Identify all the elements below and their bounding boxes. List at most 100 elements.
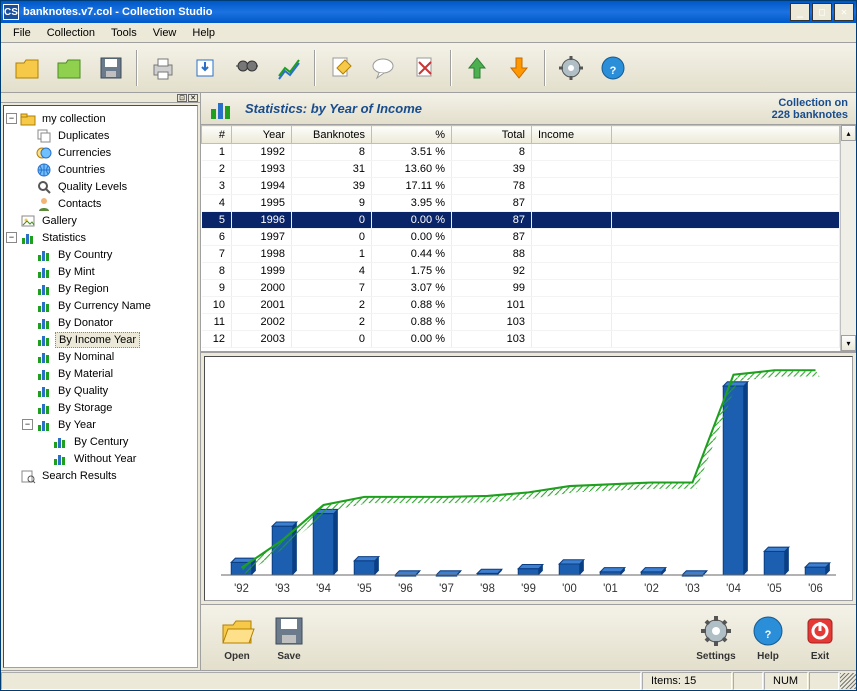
tool-save[interactable] xyxy=(91,48,131,88)
stats-icon xyxy=(209,97,233,121)
tree-by-mint[interactable]: By Mint xyxy=(6,263,195,280)
tree-by-region[interactable]: By Region xyxy=(6,280,195,297)
settings-button[interactable]: Settings xyxy=(690,613,742,662)
menu-tools[interactable]: Tools xyxy=(103,25,145,41)
save-button[interactable]: Save xyxy=(263,613,315,662)
tree-duplicates[interactable]: Duplicates xyxy=(6,127,195,144)
expander-icon[interactable]: − xyxy=(6,113,17,124)
panel-close-icon[interactable]: ✕ xyxy=(188,94,198,102)
tree-by-donator[interactable]: By Donator xyxy=(6,314,195,331)
menubar: File Collection Tools View Help xyxy=(1,23,856,43)
scroll-down-icon[interactable]: ▾ xyxy=(841,335,856,351)
table-row[interactable]: 4199593.95 %87 xyxy=(202,195,840,212)
table-row[interactable]: 7199810.44 %88 xyxy=(202,246,840,263)
table-row[interactable]: 12200300.00 %103 xyxy=(202,331,840,348)
tool-newfolder[interactable] xyxy=(49,48,89,88)
tree-statistics[interactable]: − Statistics xyxy=(6,229,195,246)
col-year[interactable]: Year xyxy=(232,126,292,144)
tree-currencies[interactable]: Currencies xyxy=(6,144,195,161)
scrollbar[interactable]: ▴ ▾ xyxy=(840,125,856,351)
col-income[interactable]: Income xyxy=(532,126,612,144)
tool-down[interactable] xyxy=(499,48,539,88)
col-banknotes[interactable]: Banknotes xyxy=(292,126,372,144)
tree-by-century[interactable]: By Century xyxy=(6,433,195,450)
menu-collection[interactable]: Collection xyxy=(39,25,103,41)
table-row[interactable]: 5199600.00 %87 xyxy=(202,212,840,229)
tree-quality-levels[interactable]: Quality Levels xyxy=(6,178,195,195)
close-button[interactable]: ✕ xyxy=(834,3,854,21)
table-row[interactable]: 6199700.00 %87 xyxy=(202,229,840,246)
table-row[interactable]: 319943917.11 %78 xyxy=(202,178,840,195)
scroll-up-icon[interactable]: ▴ xyxy=(841,125,856,141)
tree-gallery[interactable]: Gallery xyxy=(6,212,195,229)
expander-icon[interactable]: − xyxy=(22,419,33,430)
table-row[interactable]: 1199283.51 %8 xyxy=(202,144,840,161)
menu-help[interactable]: Help xyxy=(184,25,223,41)
tree-label: Contacts xyxy=(55,197,104,211)
table-row[interactable]: 8199941.75 %92 xyxy=(202,263,840,280)
menu-view[interactable]: View xyxy=(145,25,185,41)
open-button[interactable]: Open xyxy=(211,613,263,662)
minimize-button[interactable]: _ xyxy=(790,3,810,21)
tree-without-year[interactable]: Without Year xyxy=(6,450,195,467)
bar xyxy=(354,557,379,575)
x-tick-label: '05 xyxy=(767,583,782,595)
table-row[interactable]: 10200120.88 %101 xyxy=(202,297,840,314)
tree-my-collection[interactable]: −my collection xyxy=(6,110,195,127)
x-tick-label: '03 xyxy=(685,583,700,595)
x-tick-label: '99 xyxy=(521,583,536,595)
tree-label: By Region xyxy=(55,282,112,296)
table-row[interactable]: 9200073.07 %99 xyxy=(202,280,840,297)
tree-search-results[interactable]: Search Results xyxy=(6,467,195,484)
tree-label: By Income Year xyxy=(55,332,140,348)
panel-pin-icon[interactable]: ⊡ xyxy=(177,94,187,102)
x-tick-label: '06 xyxy=(808,583,823,595)
tree-by-material[interactable]: By Material xyxy=(6,365,195,382)
toolbar: ? xyxy=(1,43,856,93)
table-row[interactable]: 11200220.88 %103 xyxy=(202,314,840,331)
stats-header: Statistics: by Year of Income Collection… xyxy=(201,93,856,125)
status-items: Items: 15 xyxy=(642,672,732,690)
tree-by-storage[interactable]: By Storage xyxy=(6,399,195,416)
tree[interactable]: −my collectionDuplicatesCurrencies Countr… xyxy=(3,105,198,668)
tool-up[interactable] xyxy=(457,48,497,88)
expander-icon[interactable]: − xyxy=(6,232,17,243)
tool-settings[interactable] xyxy=(551,48,591,88)
tree-label: By Century xyxy=(71,435,131,449)
tool-comment[interactable] xyxy=(363,48,403,88)
tree-by-nominal[interactable]: By Nominal xyxy=(6,348,195,365)
col-[interactable]: # xyxy=(202,126,232,144)
help-button[interactable]: ? Help xyxy=(742,613,794,662)
maximize-button[interactable]: □ xyxy=(812,3,832,21)
x-tick-label: '01 xyxy=(603,583,618,595)
tree-by-year[interactable]: −By Year xyxy=(6,416,195,433)
tree-by-currency-name[interactable]: By Currency Name xyxy=(6,297,195,314)
tool-edit[interactable] xyxy=(321,48,361,88)
data-table[interactable]: #YearBanknotes%TotalIncome 1199283.51 %8… xyxy=(201,125,840,348)
window-title: banknotes.v7.col - Collection Studio xyxy=(23,6,790,18)
col-[interactable]: % xyxy=(372,126,452,144)
col-total[interactable]: Total xyxy=(452,126,532,144)
tool-chart[interactable] xyxy=(269,48,309,88)
tree-countries[interactable]: Countries xyxy=(6,161,195,178)
tool-folder[interactable] xyxy=(7,48,47,88)
tool-find[interactable] xyxy=(227,48,267,88)
tree-by-income-year[interactable]: By Income Year xyxy=(6,331,195,348)
tool-export[interactable] xyxy=(185,48,225,88)
tool-print[interactable] xyxy=(143,48,183,88)
table-row[interactable]: 219933113.60 %39 xyxy=(202,161,840,178)
tool-clear[interactable] xyxy=(405,48,445,88)
tree-by-country[interactable]: By Country xyxy=(6,246,195,263)
tree-label: Statistics xyxy=(39,231,89,245)
bar xyxy=(600,568,625,575)
x-tick-label: '96 xyxy=(398,583,413,595)
x-tick-label: '02 xyxy=(644,583,659,595)
tree-by-quality[interactable]: By Quality xyxy=(6,382,195,399)
app-icon: CS xyxy=(3,4,19,20)
tree-label: Countries xyxy=(55,163,108,177)
menu-file[interactable]: File xyxy=(5,25,39,41)
tree-contacts[interactable]: Contacts xyxy=(6,195,195,212)
exit-button[interactable]: Exit xyxy=(794,613,846,662)
tool-help[interactable]: ? xyxy=(593,48,633,88)
resize-grip-icon[interactable] xyxy=(840,673,856,689)
